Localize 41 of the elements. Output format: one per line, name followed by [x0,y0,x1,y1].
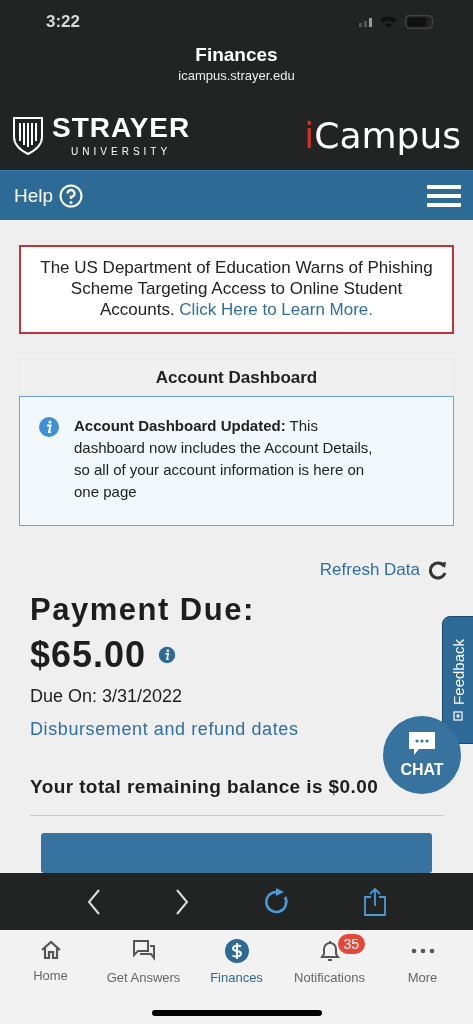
shield-logo-icon [12,115,44,155]
payment-amount: $65.00 [30,634,147,676]
refresh-icon[interactable] [428,560,448,580]
tab-bar-item[interactable]: Home [4,938,97,985]
help-icon [59,183,84,208]
app-logo: iCampus [304,114,461,156]
disbursement-link[interactable]: Disbursement and refund dates [30,719,299,740]
alert-message: The US Department of Education Warns of Phishing Scheme Targeting Access to Online Student Accounts. Click Here to Learn More. [19,245,454,334]
bell-icon [317,938,342,964]
notice-text: Account Dashboard Updated: This dashboard now includes the Account Details, so all of your account information is here on one page [74,416,374,502]
refresh-data-link[interactable]: Refresh Data [319,560,420,580]
remaining-balance: Your total remaining balance is $0.00 [30,776,379,798]
feedback-tab[interactable]: Feedback [442,616,473,744]
tab-bar-item[interactable]: Get Answers [97,938,190,985]
page-url: icampus.strayer.edu [178,68,295,83]
info-icon[interactable] [158,646,177,664]
plus-box-icon [453,710,463,721]
dashboard-title: Account Dashboard [155,367,318,388]
reload-button[interactable] [262,887,291,916]
university-name: STRAYER [52,113,191,142]
due-date: Due On: 3/31/2022 [30,686,184,707]
forward-button[interactable] [174,887,191,916]
status-time: 3:22 [46,12,81,32]
signal-icon [359,17,372,27]
chat-bubble-icon [407,731,437,757]
dollar-icon [223,938,250,964]
learn-more-link[interactable]: Click Here to Learn More. [179,300,374,319]
info-icon [38,416,60,438]
more-icon [410,948,435,954]
tab-bar-item[interactable]: Finances [190,938,283,985]
chat-button[interactable]: CHAT [383,716,461,794]
university-subtitle: UNIVERSITY [71,145,172,157]
page-title: Finances [195,44,278,66]
back-button[interactable] [86,887,103,916]
battery-icon [405,15,433,29]
help-link[interactable]: Help [14,183,84,208]
payment-due-label: Payment Due: [30,592,256,628]
tab-bar-item[interactable]: More [376,938,469,985]
share-button[interactable] [362,886,387,917]
menu-button[interactable] [427,184,461,207]
notification-count: 35 [337,934,366,954]
